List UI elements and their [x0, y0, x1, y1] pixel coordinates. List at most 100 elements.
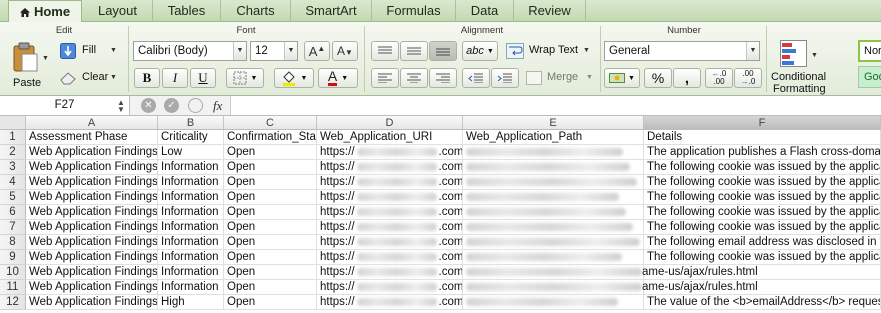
- cell-e[interactable]: [463, 190, 644, 205]
- cell-f[interactable]: The application publishes a Flash cross-…: [644, 145, 881, 160]
- cell-e[interactable]: [463, 145, 644, 160]
- cell-a[interactable]: Assessment Phase: [26, 130, 158, 145]
- row-header[interactable]: 12: [0, 295, 26, 310]
- cell-c[interactable]: Open: [224, 235, 317, 250]
- row-header[interactable]: 2: [0, 145, 26, 160]
- tab-smartart[interactable]: SmartArt: [291, 0, 372, 22]
- row-header[interactable]: 3: [0, 160, 26, 175]
- cell-e[interactable]: [463, 250, 644, 265]
- cell-c[interactable]: Confirmation_Stat: [224, 130, 317, 145]
- cell-d[interactable]: Web_Application_URI: [317, 130, 463, 145]
- wrap-text-button[interactable]: Wrap Text ▼: [506, 41, 596, 61]
- font-size-select[interactable]: 12 ▼: [250, 41, 298, 61]
- tab-data[interactable]: Data: [456, 0, 514, 22]
- cell-e[interactable]: ame-us/ajax/rules.html: [463, 265, 758, 280]
- name-box-stepper-down-icon[interactable]: ▼: [117, 105, 125, 114]
- cell-e[interactable]: Web_Application_Path: [463, 130, 644, 145]
- cell-e[interactable]: [463, 205, 644, 220]
- column-header-c[interactable]: C: [224, 116, 317, 130]
- cell-d[interactable]: https:// .com: [317, 295, 463, 310]
- italic-button[interactable]: I: [162, 68, 188, 88]
- clear-button[interactable]: Clear ▼: [58, 69, 120, 87]
- row-header[interactable]: 8: [0, 235, 26, 250]
- percent-style-button[interactable]: %: [644, 68, 672, 88]
- borders-button[interactable]: ▼: [226, 68, 264, 88]
- tab-charts[interactable]: Charts: [221, 0, 291, 22]
- cell-c[interactable]: Open: [224, 220, 317, 235]
- cell-c[interactable]: Open: [224, 295, 317, 310]
- conditional-formatting-button[interactable]: ▼ Conditional Formatting: [768, 38, 830, 95]
- align-right-button[interactable]: [429, 68, 457, 88]
- column-header-b[interactable]: B: [158, 116, 224, 130]
- fx-label[interactable]: fx: [213, 98, 222, 114]
- underline-button[interactable]: U: [190, 68, 216, 88]
- fill-color-button[interactable]: ▼: [274, 68, 314, 88]
- tab-formulas[interactable]: Formulas: [372, 0, 456, 22]
- cell-a[interactable]: Web Application Findings: [26, 220, 158, 235]
- cell-b[interactable]: Information: [158, 235, 224, 250]
- cell-d[interactable]: https:// .com: [317, 250, 463, 265]
- cell-f[interactable]: The following cookie was issued by the a…: [644, 205, 881, 220]
- bold-button[interactable]: B: [134, 68, 160, 88]
- cell-a[interactable]: Web Application Findings: [26, 190, 158, 205]
- align-center-button[interactable]: [400, 68, 428, 88]
- cell-c[interactable]: Open: [224, 160, 317, 175]
- font-name-select[interactable]: Calibri (Body) ▼: [133, 41, 247, 61]
- column-header-f[interactable]: F: [644, 116, 881, 130]
- cell-a[interactable]: Web Application Findings: [26, 175, 158, 190]
- accounting-format-button[interactable]: ▼: [604, 68, 640, 88]
- cell-a[interactable]: Web Application Findings: [26, 265, 158, 280]
- cell-f[interactable]: The following email address was disclose…: [644, 235, 881, 250]
- cell-a[interactable]: Web Application Findings: [26, 280, 158, 295]
- cell-a[interactable]: Web Application Findings: [26, 205, 158, 220]
- decrease-font-size-button[interactable]: A▼: [332, 41, 358, 61]
- cell-c[interactable]: Open: [224, 265, 317, 280]
- cell-d[interactable]: https:// .com: [317, 235, 463, 250]
- align-left-button[interactable]: [371, 68, 399, 88]
- cell-b[interactable]: Information: [158, 175, 224, 190]
- cell-d[interactable]: https:// .com: [317, 160, 463, 175]
- cell-e[interactable]: [463, 295, 644, 310]
- function-wizard-icon[interactable]: [188, 98, 203, 113]
- cell-b[interactable]: Information: [158, 205, 224, 220]
- tab-home[interactable]: Home: [8, 0, 82, 23]
- cell-a[interactable]: Web Application Findings: [26, 295, 158, 310]
- cell-e[interactable]: [463, 175, 644, 190]
- tab-review[interactable]: Review: [514, 0, 586, 22]
- row-header[interactable]: 4: [0, 175, 26, 190]
- select-all-corner[interactable]: [0, 116, 26, 130]
- cell-f[interactable]: The value of the <b>emailAddress</b> req…: [644, 295, 881, 310]
- style-normal-swatch[interactable]: Nor: [858, 40, 881, 62]
- merge-button[interactable]: Merge ▼: [524, 68, 596, 88]
- cell-b[interactable]: Information: [158, 190, 224, 205]
- text-orientation-button[interactable]: abc ▼: [462, 41, 498, 61]
- cell-d[interactable]: https:// .com: [317, 220, 463, 235]
- cell-a[interactable]: Web Application Findings: [26, 145, 158, 160]
- cell-c[interactable]: Open: [224, 145, 317, 160]
- cell-b[interactable]: Criticality: [158, 130, 224, 145]
- cell-c[interactable]: Open: [224, 250, 317, 265]
- cell-f[interactable]: Details: [644, 130, 881, 145]
- cell-f[interactable]: The following cookie was issued by the a…: [644, 190, 881, 205]
- row-header[interactable]: 7: [0, 220, 26, 235]
- row-header[interactable]: 9: [0, 250, 26, 265]
- paste-button[interactable]: Paste: [8, 40, 44, 92]
- increase-indent-button[interactable]: [491, 68, 519, 88]
- confirm-formula-icon[interactable]: ✓: [164, 98, 179, 113]
- comma-style-button[interactable]: ,: [673, 68, 701, 88]
- column-header-e[interactable]: E: [463, 116, 644, 130]
- increase-decimal-button[interactable]: ←.0.00: [705, 68, 733, 88]
- cell-b[interactable]: Information: [158, 280, 224, 295]
- column-header-a[interactable]: A: [26, 116, 158, 130]
- name-box[interactable]: F27: [0, 96, 130, 115]
- cell-c[interactable]: Open: [224, 280, 317, 295]
- cell-b[interactable]: Low: [158, 145, 224, 160]
- cell-e[interactable]: [463, 235, 644, 250]
- cancel-formula-icon[interactable]: ✕: [141, 98, 156, 113]
- increase-font-size-button[interactable]: A▲: [304, 41, 330, 61]
- cell-f[interactable]: The following cookie was issued by the a…: [644, 250, 881, 265]
- cell-d[interactable]: https:// .com: [317, 145, 463, 160]
- cell-c[interactable]: Open: [224, 205, 317, 220]
- cell-d[interactable]: https:// .com: [317, 175, 463, 190]
- row-header[interactable]: 6: [0, 205, 26, 220]
